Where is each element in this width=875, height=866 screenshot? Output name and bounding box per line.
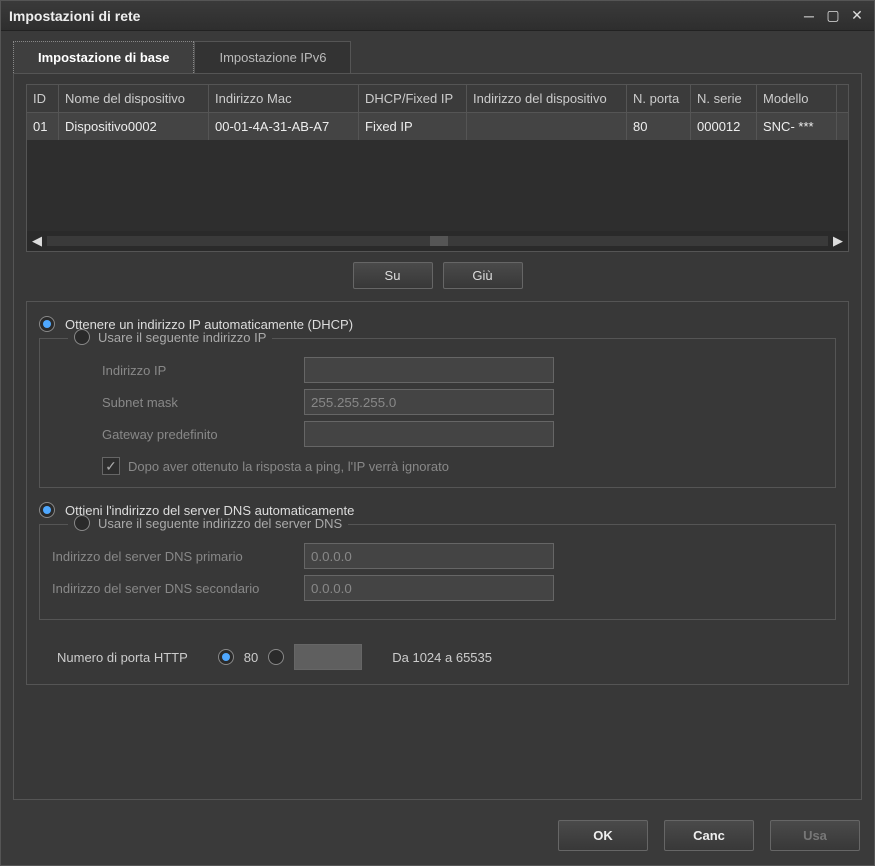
col-id[interactable]: ID xyxy=(27,85,59,112)
titlebar: Impostazioni di rete ─ ▢ ✕ xyxy=(1,1,874,31)
minimize-icon[interactable]: ─ xyxy=(800,7,818,25)
http-port-custom-radio[interactable] xyxy=(268,649,284,665)
ip-label: Indirizzo IP xyxy=(52,363,292,378)
http-port-label: Numero di porta HTTP xyxy=(57,650,188,665)
http-port-80-label: 80 xyxy=(244,650,258,665)
dns-primary-label: Indirizzo del server DNS primario xyxy=(52,549,292,564)
static-dns-radio[interactable] xyxy=(74,515,90,531)
dialog-footer: OK Canc Usa xyxy=(1,812,874,865)
down-button[interactable]: Giù xyxy=(443,262,523,289)
cell-model: SNC- *** xyxy=(757,113,837,140)
dns-auto-radio[interactable] xyxy=(39,502,55,518)
ping-check-label: Dopo aver ottenuto la risposta a ping, l… xyxy=(128,459,449,474)
window-controls: ─ ▢ ✕ xyxy=(800,7,866,25)
ping-check-row[interactable]: Dopo aver ottenuto la risposta a ping, l… xyxy=(52,457,823,475)
table-empty-area xyxy=(27,140,848,232)
gateway-label: Gateway predefinito xyxy=(52,427,292,442)
dhcp-radio[interactable] xyxy=(39,316,55,332)
cell-ipaddr xyxy=(467,113,627,140)
static-ip-fieldset: Usare il seguente indirizzo IP Indirizzo… xyxy=(39,338,836,488)
col-port[interactable]: N. porta xyxy=(627,85,691,112)
col-name[interactable]: Nome del dispositivo xyxy=(59,85,209,112)
mask-input[interactable] xyxy=(304,389,554,415)
dns-primary-input[interactable] xyxy=(304,543,554,569)
up-button[interactable]: Su xyxy=(353,262,433,289)
http-port-row: Numero di porta HTTP 80 Da 1024 a 65535 xyxy=(39,644,836,670)
cell-mac: 00-01-4A-31-AB-A7 xyxy=(209,113,359,140)
cell-id: 01 xyxy=(27,113,59,140)
window-title: Impostazioni di rete xyxy=(9,8,800,24)
static-dns-fieldset: Usare il seguente indirizzo del server D… xyxy=(39,524,836,620)
cell-serial: 000012 xyxy=(691,113,757,140)
close-icon[interactable]: ✕ xyxy=(848,7,866,25)
tab-ipv6[interactable]: Impostazione IPv6 xyxy=(194,41,351,73)
static-ip-radio[interactable] xyxy=(74,329,90,345)
col-model[interactable]: Modello xyxy=(757,85,837,112)
cell-port: 80 xyxy=(627,113,691,140)
cancel-button[interactable]: Canc xyxy=(664,820,754,851)
static-ip-radio-label: Usare il seguente indirizzo IP xyxy=(98,330,266,345)
scroll-track[interactable] xyxy=(47,236,828,246)
scroll-right-icon[interactable]: ▶ xyxy=(828,231,848,251)
dns-secondary-label: Indirizzo del server DNS secondario xyxy=(52,581,292,596)
http-port-range-label: Da 1024 a 65535 xyxy=(392,650,492,665)
content-area: Impostazione di base Impostazione IPv6 I… xyxy=(1,31,874,812)
table-body: 01 Dispositivo0002 00-01-4A-31-AB-A7 Fix… xyxy=(27,113,848,231)
cell-name: Dispositivo0002 xyxy=(59,113,209,140)
table-header: ID Nome del dispositivo Indirizzo Mac DH… xyxy=(27,85,848,113)
ping-checkbox[interactable] xyxy=(102,457,120,475)
tabs: Impostazione di base Impostazione IPv6 xyxy=(13,41,862,73)
scroll-grip[interactable] xyxy=(430,236,448,246)
http-port-custom-input[interactable] xyxy=(294,644,362,670)
reorder-buttons: Su Giù xyxy=(26,262,849,289)
network-settings-window: Impostazioni di rete ─ ▢ ✕ Impostazione … xyxy=(0,0,875,866)
ip-input[interactable] xyxy=(304,357,554,383)
mask-label: Subnet mask xyxy=(52,395,292,410)
col-serial[interactable]: N. serie xyxy=(691,85,757,112)
horizontal-scrollbar[interactable]: ◀ ▶ xyxy=(27,231,848,251)
http-port-80-radio[interactable] xyxy=(218,649,234,665)
cell-dhcp: Fixed IP xyxy=(359,113,467,140)
device-table: ID Nome del dispositivo Indirizzo Mac DH… xyxy=(26,84,849,252)
static-ip-legend[interactable]: Usare il seguente indirizzo IP xyxy=(68,329,272,345)
tab-basic[interactable]: Impostazione di base xyxy=(13,41,194,73)
use-button[interactable]: Usa xyxy=(770,820,860,851)
dns-secondary-input[interactable] xyxy=(304,575,554,601)
col-mac[interactable]: Indirizzo Mac xyxy=(209,85,359,112)
maximize-icon[interactable]: ▢ xyxy=(824,7,842,25)
col-ipaddr[interactable]: Indirizzo del dispositivo xyxy=(467,85,627,112)
static-dns-legend[interactable]: Usare il seguente indirizzo del server D… xyxy=(68,515,348,531)
scroll-left-icon[interactable]: ◀ xyxy=(27,231,47,251)
ok-button[interactable]: OK xyxy=(558,820,648,851)
tab-panel: ID Nome del dispositivo Indirizzo Mac DH… xyxy=(13,73,862,800)
col-dhcp[interactable]: DHCP/Fixed IP xyxy=(359,85,467,112)
table-row[interactable]: 01 Dispositivo0002 00-01-4A-31-AB-A7 Fix… xyxy=(27,113,848,140)
ip-group: Ottenere un indirizzo IP automaticamente… xyxy=(26,301,849,685)
gateway-input[interactable] xyxy=(304,421,554,447)
static-dns-radio-label: Usare il seguente indirizzo del server D… xyxy=(98,516,342,531)
